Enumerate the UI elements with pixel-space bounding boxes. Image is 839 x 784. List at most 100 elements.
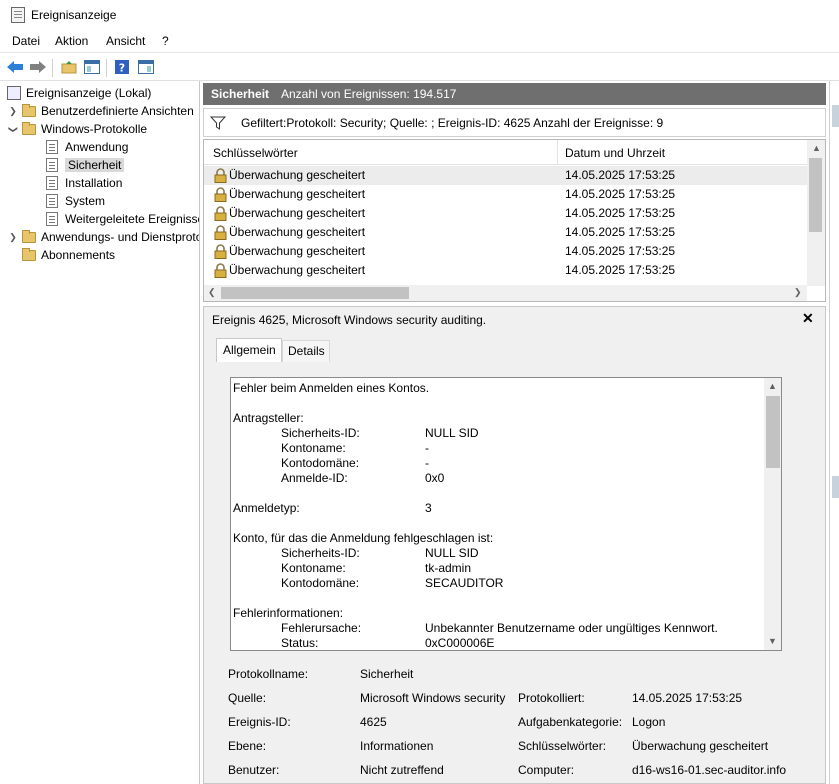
scroll-thumb[interactable] [766,396,780,468]
desc-value: 0x0 [425,471,445,485]
folder-icon [22,103,36,117]
tree-root[interactable]: Ereignisanzeige (Lokal) [7,84,151,102]
tree-item-security[interactable]: Sicherheit [46,156,125,174]
event-viewer-icon [7,86,21,100]
log-header-bar: Sicherheit Anzahl von Ereignissen: 194.5… [203,83,826,105]
row-datetime: 14.05.2025 17:53:25 [565,168,676,182]
row-keyword: Überwachung gescheitert [229,225,366,239]
folder-icon [22,121,36,135]
scroll-up-icon[interactable]: ▲ [768,381,777,391]
title-bar: Ereignisanzeige [0,0,839,30]
forward-arrow-icon[interactable] [28,57,48,77]
event-detail-pane: Ereignis 4625, Microsoft Windows securit… [203,306,826,784]
scroll-left-icon[interactable]: ❮ [208,287,216,298]
prop-value: Sicherheit [360,667,414,681]
scroll-thumb[interactable] [221,287,409,299]
lock-icon [214,244,227,259]
event-list: Schlüsselwörter Datum und Uhrzeit Überwa… [203,139,826,302]
menu-help[interactable]: ? [162,34,169,48]
navigation-tree: Ereignisanzeige (Lokal) ❯ Benutzerdefini… [0,81,200,784]
tab-general[interactable]: Allgemein [216,338,282,362]
tree-windows-logs-label: Windows-Protokolle [41,122,148,136]
tree-windows-logs[interactable]: ❯ Windows-Protokolle [8,120,147,138]
tree-apps-services-label: Anwendungs- und Dienstprotokolle [41,230,199,244]
menu-action[interactable]: Aktion [55,34,88,48]
desc-key: Sicherheits-ID: [281,426,360,440]
tree-apps-services[interactable]: ❯ Anwendungs- und Dienstprotokolle [8,228,199,246]
folder-icon [22,229,36,243]
toolbar: ? [0,52,839,81]
tree-item-system[interactable]: System [46,192,105,210]
back-arrow-icon[interactable] [5,57,25,77]
column-header: Schlüsselwörter Datum und Uhrzeit [204,140,807,165]
tree-item-label: System [65,194,106,208]
desc-value: - [425,456,429,470]
filter-icon [209,116,227,133]
help-icon[interactable]: ? [112,57,132,77]
row-datetime: 14.05.2025 17:53:25 [565,225,676,239]
menu-view[interactable]: Ansicht [106,34,145,48]
desc-key: Anmelde-ID: [281,471,348,485]
scroll-right-icon[interactable]: ❯ [794,287,802,298]
actions-pane-edge [829,81,839,784]
show-pane-icon[interactable] [82,57,102,77]
table-row[interactable]: Überwachung gescheitert 14.05.2025 17:53… [204,261,807,280]
log-icon [46,140,58,154]
tree-custom-views-label: Benutzerdefinierte Ansichten [41,104,194,118]
row-datetime: 14.05.2025 17:53:25 [565,263,676,277]
row-keyword: Überwachung gescheitert [229,187,366,201]
desc-logon-type: 3 [425,501,432,515]
column-datetime[interactable]: Datum und Uhrzeit [565,146,665,160]
chevron-down-icon[interactable]: ❯ [8,124,19,134]
scroll-down-icon[interactable]: ▼ [768,636,777,646]
window-title: Ereignisanzeige [31,8,117,22]
event-count: Anzahl von Ereignissen: 194.517 [281,87,457,101]
actions-header [832,105,839,127]
lock-icon [214,263,227,278]
desc-key: Fehlerursache: [281,621,362,635]
table-row[interactable]: Überwachung gescheitert 14.05.2025 17:53… [204,185,807,204]
row-datetime: 14.05.2025 17:53:25 [565,187,676,201]
scroll-up-icon[interactable]: ▲ [812,143,821,153]
tree-item-application[interactable]: Anwendung [46,138,128,156]
folder-icon [22,247,36,261]
prop-label: Computer: [518,763,575,777]
desc-key: Kontodomäne: [281,576,360,590]
close-icon[interactable]: ✕ [802,310,814,327]
folder-up-icon[interactable] [59,57,79,77]
desc-account-heading: Konto, für das die Anmeldung fehlgeschla… [233,531,494,545]
prop-value: Informationen [360,739,434,753]
filter-bar: Gefiltert:Protokoll: Security; Quelle: ;… [203,108,826,137]
table-row[interactable]: Überwachung gescheitert 14.05.2025 17:53… [204,223,807,242]
column-keywords[interactable]: Schlüsselwörter [213,146,298,160]
tree-subscriptions[interactable]: Abonnements [22,246,115,264]
tree-custom-views[interactable]: ❯ Benutzerdefinierte Ansichten [8,102,194,120]
column-divider[interactable] [557,140,558,165]
table-row[interactable]: Überwachung gescheitert 14.05.2025 17:53… [204,166,807,185]
tree-item-label: Installation [65,176,123,190]
prop-value: Microsoft Windows security [360,691,506,705]
chevron-right-icon[interactable]: ❯ [8,232,18,243]
menu-bar: Datei Aktion Ansicht ? [0,30,839,52]
desc-value: NULL SID [425,426,479,440]
event-viewer-icon [11,7,25,23]
lock-icon [214,187,227,202]
table-row[interactable]: Überwachung gescheitert 14.05.2025 17:53… [204,242,807,261]
desc-value: - [425,441,429,455]
prop-label: Protokolliert: [518,691,585,705]
row-keyword: Überwachung gescheitert [229,244,366,258]
chevron-right-icon[interactable]: ❯ [8,106,18,117]
row-keyword: Überwachung gescheitert [229,168,366,182]
tree-item-setup[interactable]: Installation [46,174,122,192]
log-icon [46,158,58,172]
action-pane-icon[interactable] [136,57,156,77]
tree-item-forwarded[interactable]: Weitergeleitete Ereignisse [46,210,200,228]
scroll-thumb[interactable] [809,158,822,232]
desc-logon-type-label: Anmeldetyp: [233,501,300,515]
table-row[interactable]: Überwachung gescheitert 14.05.2025 17:53… [204,204,807,223]
tab-details[interactable]: Details [282,340,330,362]
prop-value: 14.05.2025 17:53:25 [632,691,743,705]
prop-value: Nicht zutreffend [360,763,444,777]
tree-item-label: Weitergeleitete Ereignisse [65,212,200,226]
menu-file[interactable]: Datei [12,34,40,48]
